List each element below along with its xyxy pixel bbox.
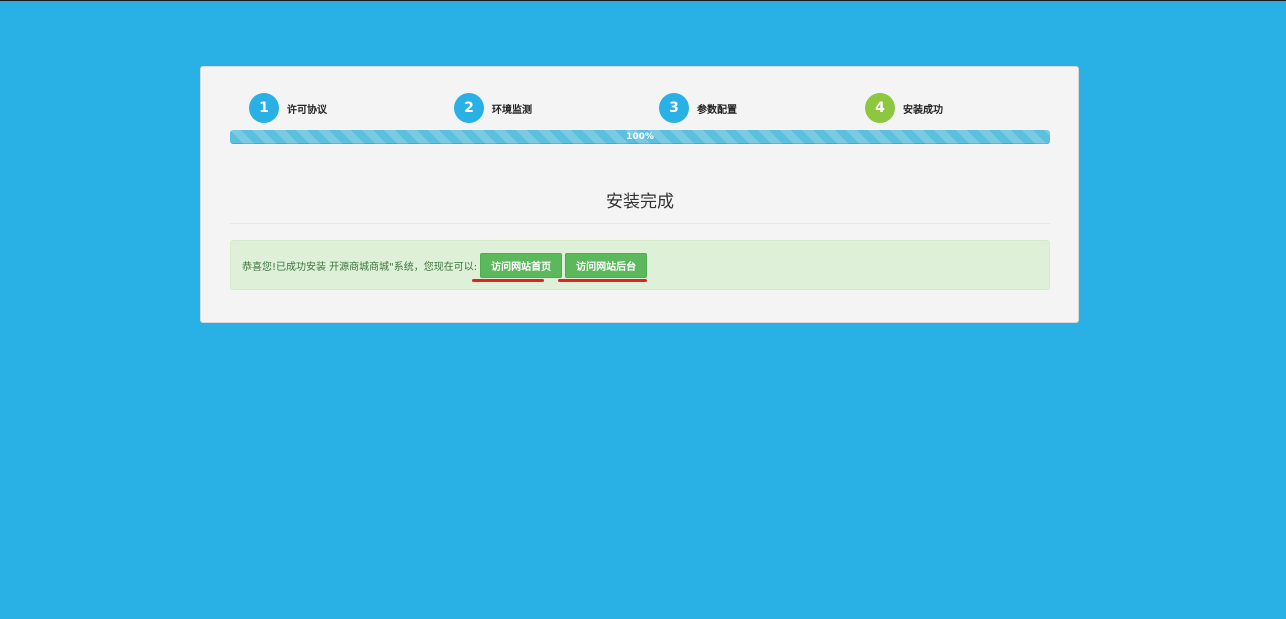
install-panel: 1 许可协议 2 环境监测 3 参数配置 4 安装成功 100% 安装完成 恭喜…	[200, 66, 1079, 323]
step-success: 4 安装成功	[865, 93, 943, 123]
visit-home-button[interactable]: 访问网站首页	[480, 252, 563, 278]
annotation-underline-admin	[558, 279, 647, 282]
step-label-3: 参数配置	[697, 104, 737, 116]
step-environment: 2 环境监测	[454, 93, 532, 123]
success-alert: 恭喜您!已成功安装 开源商城商城"系统，您现在可以: 访问网站首页 访问网站后台	[230, 240, 1050, 290]
annotation-underline-home	[472, 279, 544, 282]
step-number-1: 1	[249, 93, 279, 123]
page-title: 安装完成	[606, 192, 674, 212]
visit-admin-button[interactable]: 访问网站后台	[565, 252, 648, 278]
progress-bar: 100%	[626, 132, 654, 142]
step-label-1: 许可协议	[287, 104, 327, 116]
top-border	[0, 0, 1286, 1]
step-number-4: 4	[865, 93, 895, 123]
step-number-3: 3	[659, 93, 689, 123]
step-config: 3 参数配置	[659, 93, 737, 123]
success-message: 恭喜您!已成功安装 开源商城商城"系统，您现在可以:	[242, 261, 478, 273]
step-license: 1 许可协议	[249, 93, 327, 123]
step-number-2: 2	[454, 93, 484, 123]
divider	[230, 223, 1050, 224]
step-label-4: 安装成功	[903, 104, 943, 116]
step-label-2: 环境监测	[492, 104, 532, 116]
progress-track: 100%	[230, 130, 1050, 144]
